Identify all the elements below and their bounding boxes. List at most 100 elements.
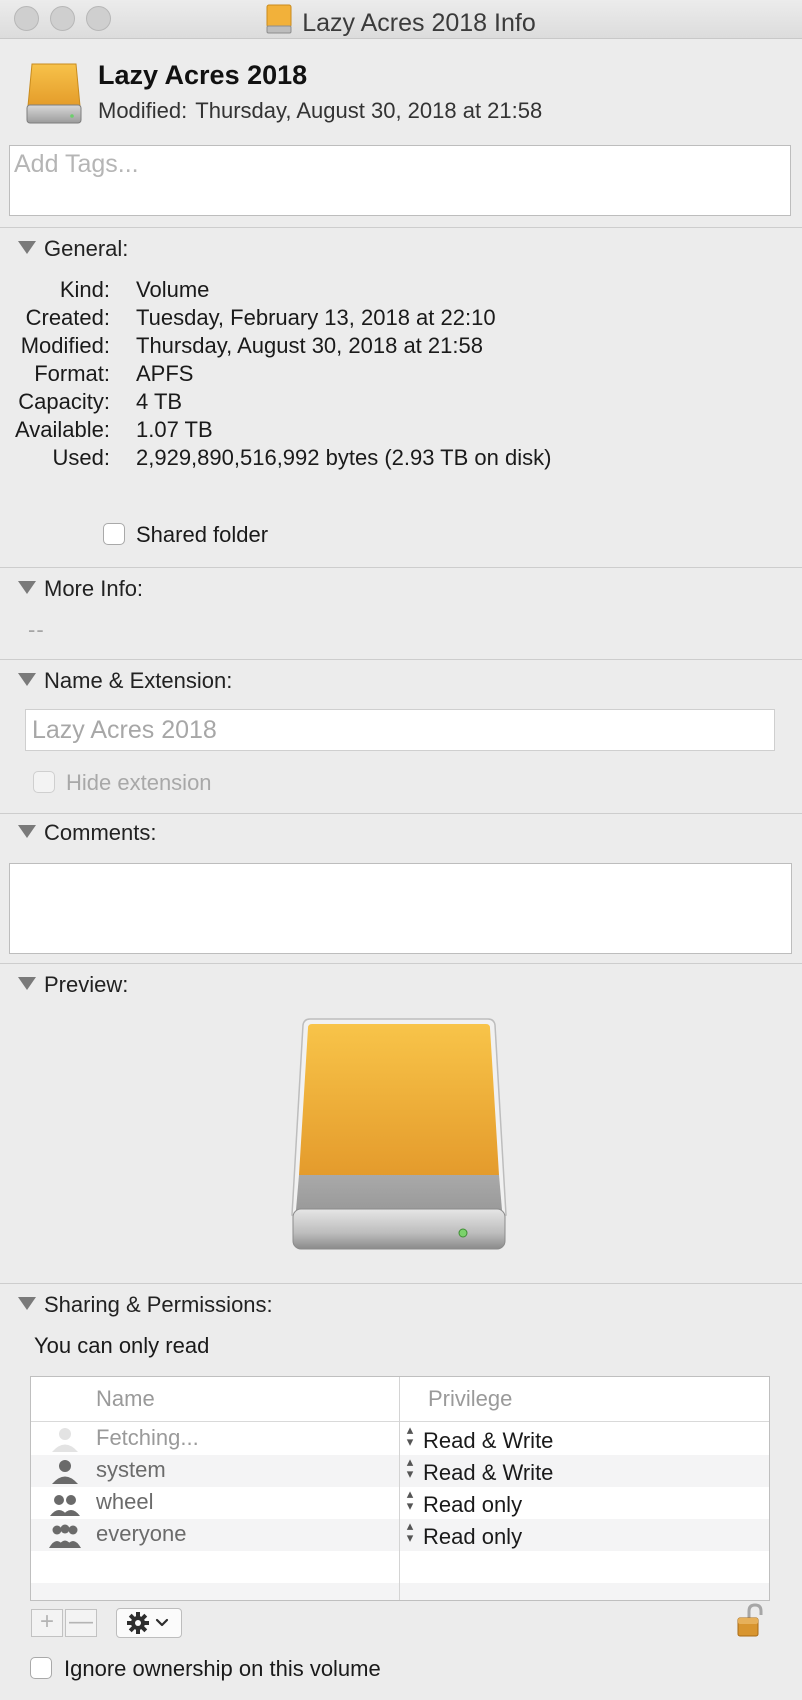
user-icon xyxy=(49,1458,81,1489)
permissions-table: Name Privilege Fetching... ▴ ▾ Read & Writ… xyxy=(30,1376,770,1601)
privilege-value: Read & Write xyxy=(423,1460,554,1485)
info-value: 1.07 TB xyxy=(136,417,213,442)
tags-field[interactable] xyxy=(9,145,791,216)
item-name: Lazy Acres 2018 xyxy=(98,60,308,90)
title-bar: Lazy Acres 2018 Info xyxy=(0,0,802,39)
user-name: everyone xyxy=(96,1521,187,1546)
privilege-value: Read only xyxy=(423,1524,523,1549)
disclosure-triangle-icon xyxy=(18,825,36,838)
remove-symbol: — xyxy=(69,1608,93,1635)
header-modified-value: Thursday, August 30, 2018 at 21:58 xyxy=(195,98,543,123)
privilege-popup[interactable]: ▴ ▾ Read only xyxy=(403,1486,523,1518)
group-icon xyxy=(49,1490,81,1521)
drive-icon xyxy=(266,4,292,41)
lock-icon[interactable] xyxy=(735,1603,765,1644)
comments-textarea[interactable] xyxy=(10,864,791,953)
name-field[interactable] xyxy=(25,709,775,751)
section-sharing-toggle[interactable]: Sharing & Permissions: xyxy=(18,1292,273,1318)
info-label: Capacity: xyxy=(18,389,110,414)
divider xyxy=(0,659,802,660)
tags-input[interactable] xyxy=(14,150,774,179)
disclosure-triangle-icon xyxy=(18,1297,36,1310)
section-general-toggle[interactable]: General: xyxy=(18,236,128,262)
section-preview-toggle[interactable]: Preview: xyxy=(18,972,128,998)
section-general-heading: General: xyxy=(44,236,129,261)
info-label: Modified: xyxy=(20,333,110,358)
divider xyxy=(0,567,802,568)
divider xyxy=(0,963,802,964)
info-label: Format: xyxy=(34,361,110,386)
section-sharing-heading: Sharing & Permissions: xyxy=(44,1292,273,1317)
table-header-divider xyxy=(31,1421,769,1422)
name-input[interactable] xyxy=(32,716,762,745)
table-row-empty xyxy=(31,1583,769,1600)
shared-folder-checkbox[interactable] xyxy=(103,523,125,545)
section-comments-heading: Comments: xyxy=(44,820,157,845)
header-modified: Modified: Thursday, August 30, 2018 at 21… xyxy=(98,98,542,124)
more-info-value: -- xyxy=(28,617,45,642)
info-row-used: Used: 2,929,890,516,992 bytes (2.93 TB o… xyxy=(0,445,780,473)
info-value: 4 TB xyxy=(136,389,183,414)
preview-drive-image xyxy=(290,1015,510,1260)
info-value: Volume xyxy=(136,277,210,302)
info-label: Available: xyxy=(15,417,110,442)
info-value: Tuesday, February 13, 2018 at 22:10 xyxy=(136,305,496,330)
hide-extension-label: Hide extension xyxy=(66,770,212,795)
privilege-popup[interactable]: ▴ ▾ Read & Write xyxy=(403,1422,554,1454)
table-row[interactable]: everyone ▴ ▾ Read only xyxy=(31,1519,769,1551)
disclosure-triangle-icon xyxy=(18,241,36,254)
table-row[interactable]: wheel ▴ ▾ Read only xyxy=(31,1487,769,1519)
section-comments-toggle[interactable]: Comments: xyxy=(18,820,156,846)
updown-arrows-icon: ▴ ▾ xyxy=(406,1454,414,1481)
privilege-popup[interactable]: ▴ ▾ Read & Write xyxy=(403,1454,554,1486)
info-row-available: Available: 1.07 TB xyxy=(0,417,780,445)
remove-user-button[interactable]: — xyxy=(65,1609,97,1637)
info-row-kind: Kind: Volume xyxy=(0,277,780,305)
divider xyxy=(0,813,802,814)
updown-arrows-icon: ▴ ▾ xyxy=(406,1422,414,1449)
info-label: Created: xyxy=(25,305,110,330)
info-row-modified: Modified: Thursday, August 30, 2018 at 2… xyxy=(0,333,780,361)
comments-field[interactable] xyxy=(9,863,792,954)
user-name: Fetching... xyxy=(96,1425,199,1450)
info-value: Thursday, August 30, 2018 at 21:58 xyxy=(136,333,483,358)
ignore-ownership-label: Ignore ownership on this volume xyxy=(64,1656,381,1681)
everyone-icon xyxy=(49,1522,81,1553)
column-header-privilege[interactable]: Privilege xyxy=(428,1377,512,1421)
gear-icon xyxy=(127,1612,169,1634)
user-name: wheel xyxy=(96,1489,154,1514)
info-window: Lazy Acres 2018 Info Lazy Acres 2018 Mod… xyxy=(0,0,802,1700)
disclosure-triangle-icon xyxy=(18,673,36,686)
divider xyxy=(0,227,802,228)
drive-icon xyxy=(26,62,82,131)
info-row-capacity: Capacity: 4 TB xyxy=(0,389,780,417)
header-modified-label: Modified: xyxy=(98,98,188,123)
user-name: system xyxy=(96,1457,166,1482)
updown-arrows-icon: ▴ ▾ xyxy=(406,1486,414,1513)
add-user-button[interactable]: + xyxy=(31,1609,63,1637)
table-row-empty xyxy=(31,1551,769,1583)
disclosure-triangle-icon xyxy=(18,977,36,990)
privilege-value: Read only xyxy=(423,1492,523,1517)
shared-folder-label: Shared folder xyxy=(136,522,269,547)
updown-arrows-icon: ▴ ▾ xyxy=(406,1518,414,1545)
section-more-info-heading: More Info: xyxy=(44,576,144,601)
table-row[interactable]: Fetching... ▴ ▾ Read & Write xyxy=(31,1423,769,1455)
info-row-format: Format: APFS xyxy=(0,361,780,389)
privilege-value: Read & Write xyxy=(423,1428,554,1453)
privilege-popup[interactable]: ▴ ▾ Read only xyxy=(403,1518,523,1550)
divider xyxy=(0,1283,802,1284)
section-name-extension-toggle[interactable]: Name & Extension: xyxy=(18,668,232,694)
section-more-info-toggle[interactable]: More Info: xyxy=(18,576,143,602)
info-row-created: Created: Tuesday, February 13, 2018 at 2… xyxy=(0,305,780,333)
column-header-name[interactable]: Name xyxy=(96,1377,155,1421)
info-value: 2,929,890,516,992 bytes (2.93 TB on disk… xyxy=(136,445,552,470)
user-faded-icon xyxy=(49,1426,81,1457)
hide-extension-checkbox[interactable] xyxy=(33,771,55,793)
column-divider xyxy=(399,1377,400,1600)
info-value: APFS xyxy=(136,361,194,386)
table-row[interactable]: system ▴ ▾ Read & Write xyxy=(31,1455,769,1487)
ignore-ownership-checkbox[interactable] xyxy=(30,1657,52,1679)
window-title: Lazy Acres 2018 Info xyxy=(0,4,802,41)
action-menu-button[interactable] xyxy=(116,1608,182,1638)
